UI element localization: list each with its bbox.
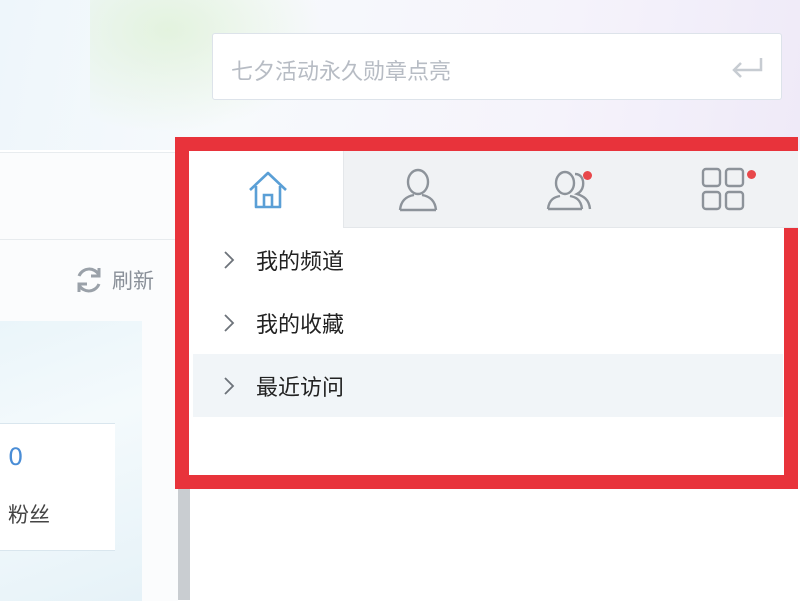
- notification-badge: [583, 171, 592, 180]
- menu-item-my-channels[interactable]: 我的频道: [193, 228, 783, 291]
- scrollbar[interactable]: [178, 488, 190, 600]
- divider: [0, 239, 178, 240]
- menu-label: 我的频道: [256, 249, 345, 275]
- refresh-icon: [77, 267, 101, 293]
- refresh-button[interactable]: 刷新: [72, 263, 154, 297]
- chevron-right-icon: [224, 314, 235, 332]
- menu-list: 我的频道 我的收藏 最近访问: [193, 228, 783, 417]
- tab-apps[interactable]: [648, 151, 798, 227]
- apps-grid-icon: [701, 167, 745, 211]
- refresh-label: 刷新: [112, 269, 154, 293]
- menu-item-recent-visits[interactable]: 最近访问: [193, 354, 783, 417]
- chevron-right-icon: [224, 251, 235, 269]
- enter-icon[interactable]: [727, 54, 767, 82]
- fans-count[interactable]: 0: [8, 443, 23, 471]
- tab-home[interactable]: [193, 151, 344, 228]
- user-icon: [398, 168, 438, 212]
- home-icon: [249, 171, 287, 208]
- menu-label: 我的收藏: [256, 312, 345, 338]
- left-column: 刷新 0 粉丝: [0, 152, 178, 601]
- menu-label: 最近访问: [256, 375, 345, 401]
- chevron-right-icon: [224, 377, 235, 395]
- menu-item-my-favorites[interactable]: 我的收藏: [193, 291, 783, 354]
- search-input[interactable]: 七夕活动永久勋章点亮: [212, 33, 782, 100]
- tab-bar: [193, 151, 798, 228]
- tab-profile[interactable]: [343, 151, 493, 227]
- fans-label[interactable]: 粉丝: [8, 499, 50, 529]
- tab-friends[interactable]: [493, 151, 648, 227]
- search-placeholder: 七夕活动永久勋章点亮: [231, 60, 452, 85]
- notification-badge: [747, 170, 756, 179]
